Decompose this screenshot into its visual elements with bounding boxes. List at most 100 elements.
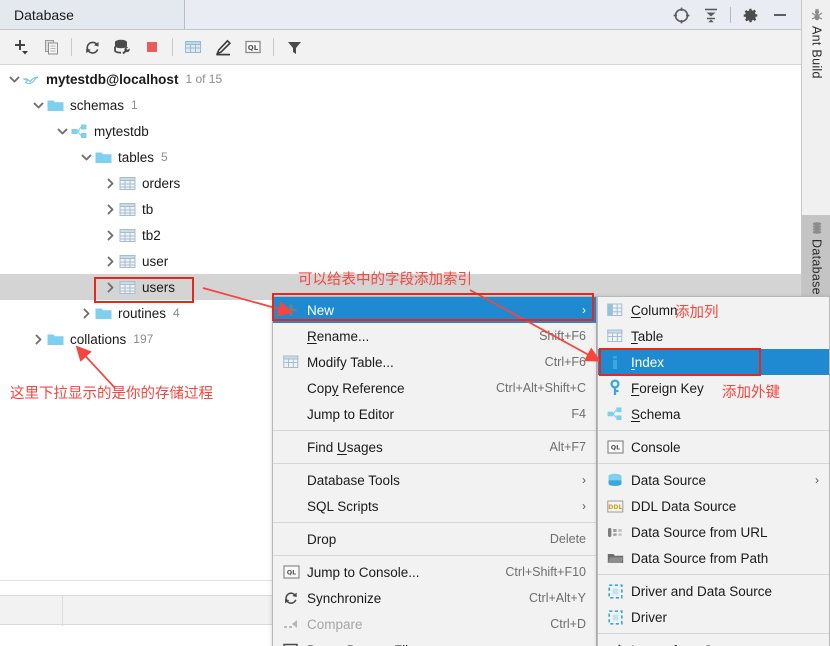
menu-item-label: Find Usages bbox=[307, 439, 383, 455]
menu-icon-empty bbox=[281, 530, 301, 548]
chevron-right-icon[interactable] bbox=[102, 175, 118, 191]
menu-item-shortcut: Alt+F7 bbox=[549, 440, 586, 454]
stop-button[interactable] bbox=[137, 33, 167, 61]
menu-item-shortcut: Ctrl+Alt+Y bbox=[529, 591, 586, 605]
chevron-right-icon[interactable] bbox=[102, 201, 118, 217]
open-table-editor-button[interactable] bbox=[178, 33, 208, 61]
chevron-down-icon[interactable] bbox=[30, 97, 46, 113]
menu-modify-table[interactable]: Modify Table... Ctrl+F6 bbox=[273, 349, 596, 375]
column-icon bbox=[605, 301, 625, 319]
menu-separator bbox=[273, 430, 596, 431]
menu-item-label: Schema bbox=[631, 406, 681, 422]
refresh-button[interactable] bbox=[77, 33, 107, 61]
tree-row-mytestdb[interactable]: mytestdb bbox=[0, 118, 801, 144]
datasource-icon bbox=[605, 471, 625, 489]
svg-text:QL: QL bbox=[286, 569, 296, 577]
chevron-down-icon[interactable] bbox=[78, 149, 94, 165]
menu-rename[interactable]: Rename... Shift+F6 bbox=[273, 323, 596, 349]
copy-button[interactable] bbox=[36, 33, 66, 61]
tree-row-tables[interactable]: tables 5 bbox=[0, 144, 801, 170]
tree-row-mytestdb-localhost[interactable]: mytestdb@localhost 1 of 15 bbox=[0, 66, 801, 92]
menu-item-shortcut: Delete bbox=[549, 532, 586, 546]
menu-jump-to-console[interactable]: QL Jump to Console... Ctrl+Shift+F10 bbox=[273, 559, 596, 585]
tree-row-label: tables bbox=[118, 149, 155, 165]
submenu-data-source[interactable]: Data Source › bbox=[598, 467, 829, 493]
export-icon bbox=[281, 641, 301, 646]
tree-row-label: mytestdb@localhost bbox=[46, 71, 179, 87]
menu-item-label: Jump to Console... bbox=[307, 564, 420, 580]
menu-icon-empty bbox=[281, 327, 301, 345]
menu-separator bbox=[598, 430, 829, 431]
chevron-right-icon[interactable] bbox=[30, 331, 46, 347]
toolbar-separator-1 bbox=[71, 38, 72, 56]
menu-item-label: Import from Sources... bbox=[631, 643, 805, 646]
chevron-right-icon[interactable] bbox=[78, 305, 94, 321]
filter-button[interactable] bbox=[279, 33, 309, 61]
submenu-console[interactable]: QL Console bbox=[598, 434, 829, 460]
annotation-box-users bbox=[94, 277, 194, 303]
header-separator bbox=[730, 7, 731, 23]
key-icon bbox=[605, 379, 625, 397]
annotation-column-note: 添加列 bbox=[675, 305, 719, 321]
menu-icon-empty bbox=[281, 497, 301, 515]
submenu-data-source-from-path[interactable]: Data Source from Path bbox=[598, 545, 829, 571]
folder-icon bbox=[94, 148, 112, 166]
side-tab-ant-build[interactable]: Ant Build bbox=[802, 2, 830, 90]
menu-separator bbox=[598, 463, 829, 464]
menu-jump-to-editor[interactable]: Jump to Editor F4 bbox=[273, 401, 596, 427]
chevron-down-icon[interactable] bbox=[54, 123, 70, 139]
chevron-right-icon[interactable] bbox=[102, 253, 118, 269]
settings-gear-icon[interactable] bbox=[735, 0, 765, 30]
menu-copy-reference[interactable]: Copy Reference Ctrl+Alt+Shift+C bbox=[273, 375, 596, 401]
tree-row-label: schemas bbox=[70, 97, 125, 113]
menu-database-tools[interactable]: Database Tools › bbox=[273, 467, 596, 493]
side-tab-label: Database bbox=[809, 239, 824, 295]
database-icon bbox=[810, 221, 824, 235]
submenu-table[interactable]: Table bbox=[598, 323, 829, 349]
folder-icon bbox=[46, 96, 64, 114]
chevron-down-icon[interactable] bbox=[6, 71, 22, 87]
submenu-schema[interactable]: Schema bbox=[598, 401, 829, 427]
menu-item-shortcut: Shift+F6 bbox=[539, 329, 586, 343]
menu-synchronize[interactable]: Synchronize Ctrl+Alt+Y bbox=[273, 585, 596, 611]
submenu-ddl-data-source[interactable]: DDL DDL Data Source bbox=[598, 493, 829, 519]
menu-drop[interactable]: Drop Delete bbox=[273, 526, 596, 552]
database-toolbar: QL bbox=[0, 30, 801, 65]
data-source-properties-button[interactable] bbox=[107, 33, 137, 61]
mysql-dolphin-icon bbox=[22, 70, 40, 88]
tree-row-count: 1 bbox=[131, 98, 138, 112]
table-icon bbox=[118, 174, 136, 192]
chevron-right-icon[interactable] bbox=[102, 227, 118, 243]
modify-button[interactable] bbox=[208, 33, 238, 61]
scroll-from-source-icon[interactable] bbox=[666, 0, 696, 30]
tree-row-tb[interactable]: tb bbox=[0, 196, 801, 222]
submenu-foreign-key[interactable]: Foreign Key bbox=[598, 375, 829, 401]
menu-item-shortcut: Ctrl+Alt+Shift+C bbox=[496, 381, 586, 395]
console-icon: QL bbox=[605, 438, 625, 456]
tree-row-label: tb bbox=[142, 201, 154, 217]
tree-row-orders[interactable]: orders bbox=[0, 170, 801, 196]
annotation-box-index bbox=[599, 348, 761, 376]
submenu-chevron-icon: › bbox=[582, 499, 586, 513]
annotation-foreign-key-note: 添加外键 bbox=[722, 385, 780, 401]
menu-find-usages[interactable]: Find Usages Alt+F7 bbox=[273, 434, 596, 460]
submenu-data-source-from-url[interactable]: Data Source from URL bbox=[598, 519, 829, 545]
add-data-source-button[interactable] bbox=[6, 33, 36, 61]
tree-row-schemas[interactable]: schemas 1 bbox=[0, 92, 801, 118]
menu-sql-scripts[interactable]: SQL Scripts › bbox=[273, 493, 596, 519]
collapse-all-icon[interactable] bbox=[696, 0, 726, 30]
svg-text:DDL: DDL bbox=[608, 504, 622, 511]
open-console-button[interactable]: QL bbox=[238, 33, 268, 61]
compare-icon bbox=[281, 615, 301, 633]
menu-item-label: Drop bbox=[307, 531, 337, 547]
submenu-driver[interactable]: Driver bbox=[598, 604, 829, 630]
tree-row-tb2[interactable]: tb2 bbox=[0, 222, 801, 248]
menu-item-label: Jump to Editor bbox=[307, 406, 395, 422]
submenu-driver-and-data-source[interactable]: Driver and Data Source bbox=[598, 578, 829, 604]
menu-dump-data-to-file[interactable]: Dump Data to File...› bbox=[273, 637, 596, 646]
submenu-import-from-sources[interactable]: Import from Sources...› bbox=[598, 637, 829, 646]
tab-database[interactable]: Database bbox=[0, 0, 185, 29]
hide-panel-icon[interactable] bbox=[765, 0, 795, 30]
context-menu[interactable]: New › Rename... Shift+F6 Modify Table... Ctrl… bbox=[272, 296, 597, 646]
menu-item-label: Synchronize bbox=[307, 590, 382, 606]
